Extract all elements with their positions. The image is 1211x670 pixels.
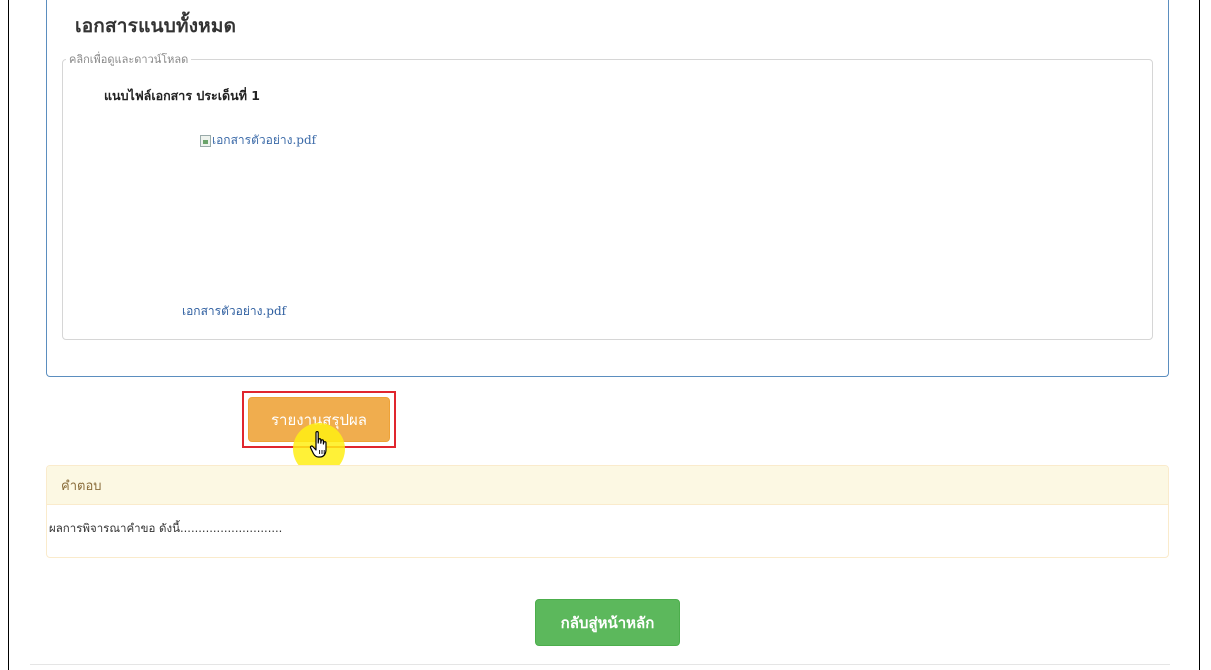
attachment-label: แนบไฟล์เอกสาร ประเด็นที่ 1 [104, 88, 260, 103]
pdf-preview-alt-text: เอกสารตัวอย่าง.pdf [212, 133, 317, 147]
hand-cursor-icon [309, 431, 327, 458]
broken-image-icon [200, 134, 211, 147]
attachments-title: เอกสารแนบทั้งหมด [75, 15, 237, 37]
answer-panel: คำตอบ ผลการพิจารณาคำขอ ดังนี้...........… [46, 465, 1169, 558]
pdf-preview-image[interactable]: เอกสารตัวอย่าง.pdf [200, 131, 316, 150]
answer-body: ผลการพิจารณาคำขอ ดังนี้.................… [49, 521, 283, 535]
pdf-download-link[interactable]: เอกสารตัวอย่าง.pdf [182, 302, 286, 321]
answer-heading: คำตอบ [47, 466, 1168, 505]
back-to-home-button[interactable]: กลับสู่หน้าหลัก [535, 599, 680, 646]
attachments-legend: คลิกเพื่อดูและดาวน์โหลด [66, 50, 192, 68]
footer-divider [30, 664, 1170, 665]
